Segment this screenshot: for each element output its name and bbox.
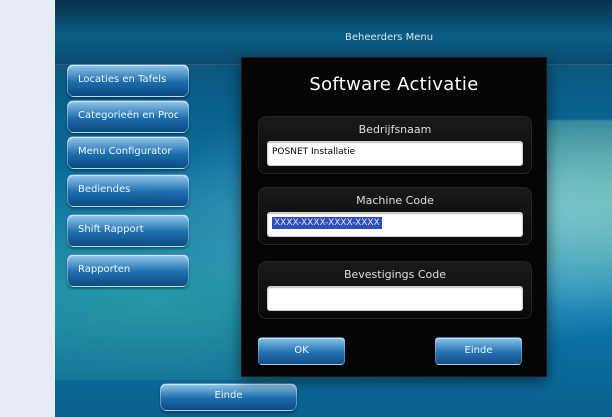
dialog-title: Software Activatie	[309, 74, 479, 95]
menu-button-label: Menu Configurator	[78, 146, 172, 157]
machine-code-panel: Machine Code XXXX-XXXX-XXXX-XXXX	[258, 187, 532, 245]
confirmation-code-label: Bevestigings Code	[343, 268, 447, 281]
confirmation-code-field[interactable]	[267, 286, 523, 311]
ok-button[interactable]: OK	[258, 337, 345, 365]
menu-button-label: Categorieën en Producten	[78, 110, 178, 121]
menu-button-shift-report[interactable]: Shift Rapport	[67, 214, 189, 247]
company-name-panel: Bedrijfsnaam POSNET Installatie	[258, 116, 532, 174]
admin-menu-title: Beheerders Menu	[345, 32, 434, 43]
menu-button-categories-products[interactable]: Categorieën en Producten	[67, 100, 189, 133]
machine-code-value: XXXX-XXXX-XXXX-XXXX	[272, 217, 382, 229]
confirmation-code-panel: Bevestigings Code	[258, 261, 532, 319]
screenshot-frame: Beheerders Menu Locaties en Tafels Categ…	[0, 0, 612, 417]
software-activation-dialog: Software Activatie Bedrijfsnaam POSNET I…	[241, 57, 547, 377]
bottom-einde-label: Einde	[214, 390, 243, 401]
menu-button-label: Rapporten	[78, 264, 131, 275]
company-name-label: Bedrijfsnaam	[358, 123, 432, 136]
top-bar: Beheerders Menu	[55, 0, 612, 65]
left-margin-strip	[0, 0, 55, 417]
admin-menu-app: Beheerders Menu Locaties en Tafels Categ…	[55, 0, 612, 417]
menu-button-locations-tables[interactable]: Locaties en Tafels	[67, 64, 189, 97]
ok-button-label: OK	[294, 345, 309, 356]
einde-button[interactable]: Einde	[435, 337, 522, 365]
menu-button-employees[interactable]: Bediendes	[67, 174, 189, 207]
bottom-einde-button[interactable]: Einde	[160, 383, 297, 411]
menu-button-label: Shift Rapport	[78, 224, 144, 235]
einde-button-label: Einde	[464, 345, 493, 356]
menu-button-label: Locaties en Tafels	[78, 74, 167, 85]
company-name-field[interactable]: POSNET Installatie	[267, 141, 523, 166]
machine-code-field[interactable]: XXXX-XXXX-XXXX-XXXX	[267, 212, 523, 237]
menu-button-menu-configurator[interactable]: Menu Configurator	[67, 136, 189, 169]
company-name-value: POSNET Installatie	[272, 147, 356, 157]
menu-button-label: Bediendes	[78, 184, 131, 195]
menu-button-reports[interactable]: Rapporten	[67, 254, 189, 287]
machine-code-label: Machine Code	[356, 194, 434, 207]
